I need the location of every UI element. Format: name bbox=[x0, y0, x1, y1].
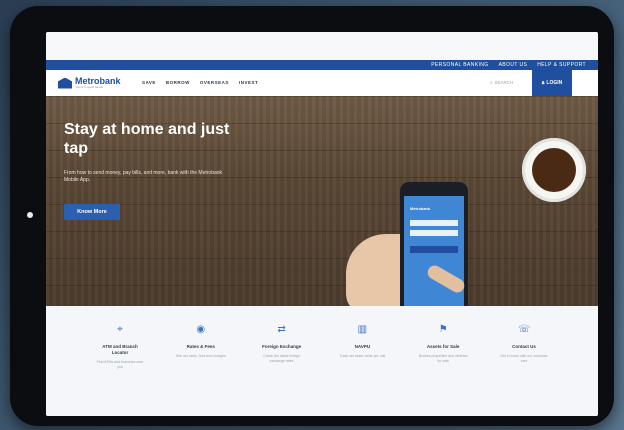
phone-username-field bbox=[410, 220, 458, 226]
login-label: LOGIN bbox=[546, 80, 563, 86]
brand-logo[interactable]: Metrobank You're in good hands bbox=[58, 77, 121, 89]
main-navigation: Metrobank You're in good hands SAVE BORR… bbox=[46, 70, 598, 97]
bank-logo-icon bbox=[58, 77, 72, 89]
feature-navpu[interactable]: ▥ NAVPU Track net asset value per unit bbox=[336, 306, 388, 416]
tablet-frame: PERSONAL BANKING ABOUT US HELP & SUPPORT… bbox=[10, 6, 614, 426]
coffee bbox=[532, 148, 576, 192]
rates-icon: ◉ bbox=[196, 324, 206, 335]
feature-title: Assets for Sale bbox=[426, 344, 460, 349]
chart-icon: ▥ bbox=[357, 324, 368, 335]
hero-subtitle: From how to send money, pay bills, and m… bbox=[64, 170, 223, 183]
phone-login-button bbox=[410, 246, 458, 253]
nav-borrow[interactable]: BORROW bbox=[166, 80, 190, 85]
utility-nav: PERSONAL BANKING ABOUT US HELP & SUPPORT bbox=[46, 60, 598, 70]
feature-desc: Browse properties and vehicles for sale bbox=[418, 354, 468, 363]
quick-links: ⌖ ATM and Branch Locator Find ATMs and b… bbox=[46, 306, 598, 416]
feature-rates-fees[interactable]: ◉ Rates & Fees See our rates, fees and c… bbox=[175, 306, 227, 416]
exchange-icon: ⇄ bbox=[277, 324, 286, 335]
nav-overseas[interactable]: OVERSEAS bbox=[200, 80, 229, 85]
feature-desc: Check the latest foreign exchange rates bbox=[263, 354, 300, 363]
util-link-about[interactable]: ABOUT US bbox=[499, 62, 528, 68]
util-link-personal-banking[interactable]: PERSONAL BANKING bbox=[431, 62, 488, 68]
search-button[interactable]: ⌕ SEARCH bbox=[490, 80, 513, 85]
feature-desc: Find ATMs and branches near you bbox=[96, 360, 144, 369]
feature-title: Contact Us bbox=[512, 344, 536, 349]
camera-dot bbox=[27, 212, 33, 218]
search-icon: ⌕ bbox=[490, 80, 493, 85]
location-icon: ⌖ bbox=[117, 324, 123, 335]
util-link-help[interactable]: HELP & SUPPORT bbox=[537, 62, 586, 68]
phone-password-field bbox=[410, 230, 458, 236]
feature-contact-us[interactable]: ☏ Contact Us Get in touch with our custo… bbox=[498, 306, 550, 416]
assets-icon: ⚑ bbox=[438, 324, 448, 335]
feature-title: ATM and Branch Locator bbox=[102, 344, 138, 355]
feature-assets-for-sale[interactable]: ⚑ Assets for Sale Browse properties and … bbox=[417, 306, 469, 416]
phone-brand: Metrobank bbox=[410, 206, 431, 211]
feature-foreign-exchange[interactable]: ⇄ Foreign Exchange Check the latest fore… bbox=[256, 306, 308, 416]
feature-title: Rates & Fees bbox=[186, 344, 215, 349]
contact-icon: ☏ bbox=[517, 324, 531, 335]
feature-desc: Get in touch with our customer care bbox=[500, 354, 548, 363]
lock-icon: 🔒︎ bbox=[541, 80, 545, 86]
phone-screen: Metrobank bbox=[404, 196, 464, 320]
feature-title: NAVPU bbox=[354, 344, 371, 349]
know-more-button[interactable]: Know More bbox=[64, 204, 120, 220]
logo-tagline: You're in good hands bbox=[75, 85, 103, 89]
feature-atm-locator[interactable]: ⌖ ATM and Branch Locator Find ATMs and b… bbox=[94, 306, 146, 416]
login-button[interactable]: 🔒︎ LOGIN bbox=[532, 70, 572, 96]
search-label: SEARCH bbox=[494, 80, 514, 85]
feature-title: Foreign Exchange bbox=[262, 344, 302, 349]
feature-desc: Track net asset value per unit bbox=[339, 354, 386, 358]
coffee-cup-image bbox=[522, 138, 586, 202]
top-blank-bar bbox=[46, 32, 598, 60]
website-screen: PERSONAL BANKING ABOUT US HELP & SUPPORT… bbox=[46, 32, 598, 416]
nav-save[interactable]: SAVE bbox=[142, 80, 156, 85]
hero-title: Stay at home and just tap bbox=[64, 121, 230, 157]
feature-desc: See our rates, fees and charges bbox=[175, 354, 226, 358]
hero-banner: Stay at home and just tap From how to se… bbox=[46, 96, 598, 334]
nav-invest[interactable]: INVEST bbox=[239, 80, 258, 85]
